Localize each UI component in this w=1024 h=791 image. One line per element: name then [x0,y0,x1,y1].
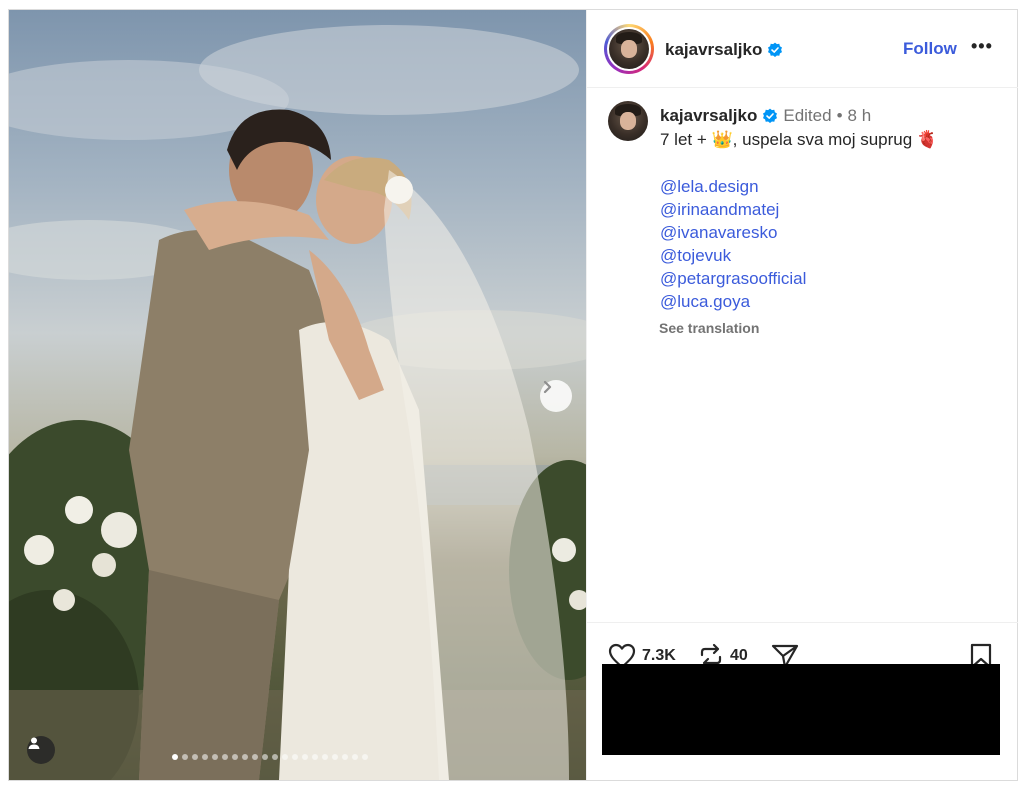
redacted-region [602,664,1000,755]
person-icon [28,737,40,749]
verified-badge-icon [763,108,778,123]
mention-link[interactable]: @petargrasoofficial [660,267,806,290]
follow-button[interactable]: Follow [903,39,957,59]
meta-separator: • [836,106,843,125]
post-media-photo[interactable] [9,10,586,780]
tagged-users-button[interactable] [27,736,55,764]
carousel-dot [362,754,368,760]
header-username-label[interactable]: kajavrsaljko [665,40,762,60]
carousel-dot [312,754,318,760]
profile-avatar[interactable] [604,24,654,74]
carousel-dot [232,754,238,760]
carousel-dot [262,754,268,760]
carousel-dot [352,754,358,760]
like-count[interactable]: 7.3K [642,647,676,665]
next-slide-button[interactable] [540,380,572,412]
carousel-dot [212,754,218,760]
carousel-dot [332,754,338,760]
chevron-right-icon [543,380,552,394]
carousel-dot [192,754,198,760]
repost-count[interactable]: 40 [730,647,748,665]
caption-mentions: @lela.design @irinaandmatej @ivanavaresko @… [660,175,806,313]
carousel-dot [242,754,248,760]
caption-username[interactable]: kajavrsaljko [660,106,757,126]
mention-link[interactable]: @tojevuk [660,244,806,267]
caption-text: 7 let + 👑, uspela sva moj suprug 🫀 [660,130,939,149]
carousel-dot [272,754,278,760]
post-timestamp[interactable]: 8 h [848,106,872,126]
header-username[interactable]: kajavrsaljko [665,40,783,60]
carousel-dot [342,754,348,760]
carousel-dot [172,754,178,760]
carousel-dot [282,754,288,760]
mention-link[interactable]: @ivanavaresko [660,221,806,244]
mention-link[interactable]: @lela.design [660,175,806,198]
post-side-panel: kajavrsaljko Follow ••• kajavrsaljko Edi… [586,10,1018,780]
wedding-photo [9,25,586,780]
see-translation-button[interactable]: See translation [659,320,759,336]
caption-header: kajavrsaljko Edited • 8 h [660,106,871,126]
carousel-indicator [172,754,368,760]
more-options-button[interactable]: ••• [971,36,993,57]
edited-label: Edited [783,106,832,125]
carousel-dot [292,754,298,760]
verified-badge-icon [768,42,783,57]
carousel-dot [252,754,258,760]
post-header: kajavrsaljko Follow ••• [587,10,1018,88]
instagram-post: kajavrsaljko Follow ••• kajavrsaljko Edi… [8,9,1018,781]
carousel-dot [322,754,328,760]
carousel-dot [302,754,308,760]
caption-avatar[interactable] [608,101,648,141]
carousel-dot [222,754,228,760]
carousel-dot [182,754,188,760]
mention-link[interactable]: @luca.goya [660,290,806,313]
mention-link[interactable]: @irinaandmatej [660,198,806,221]
carousel-dot [202,754,208,760]
